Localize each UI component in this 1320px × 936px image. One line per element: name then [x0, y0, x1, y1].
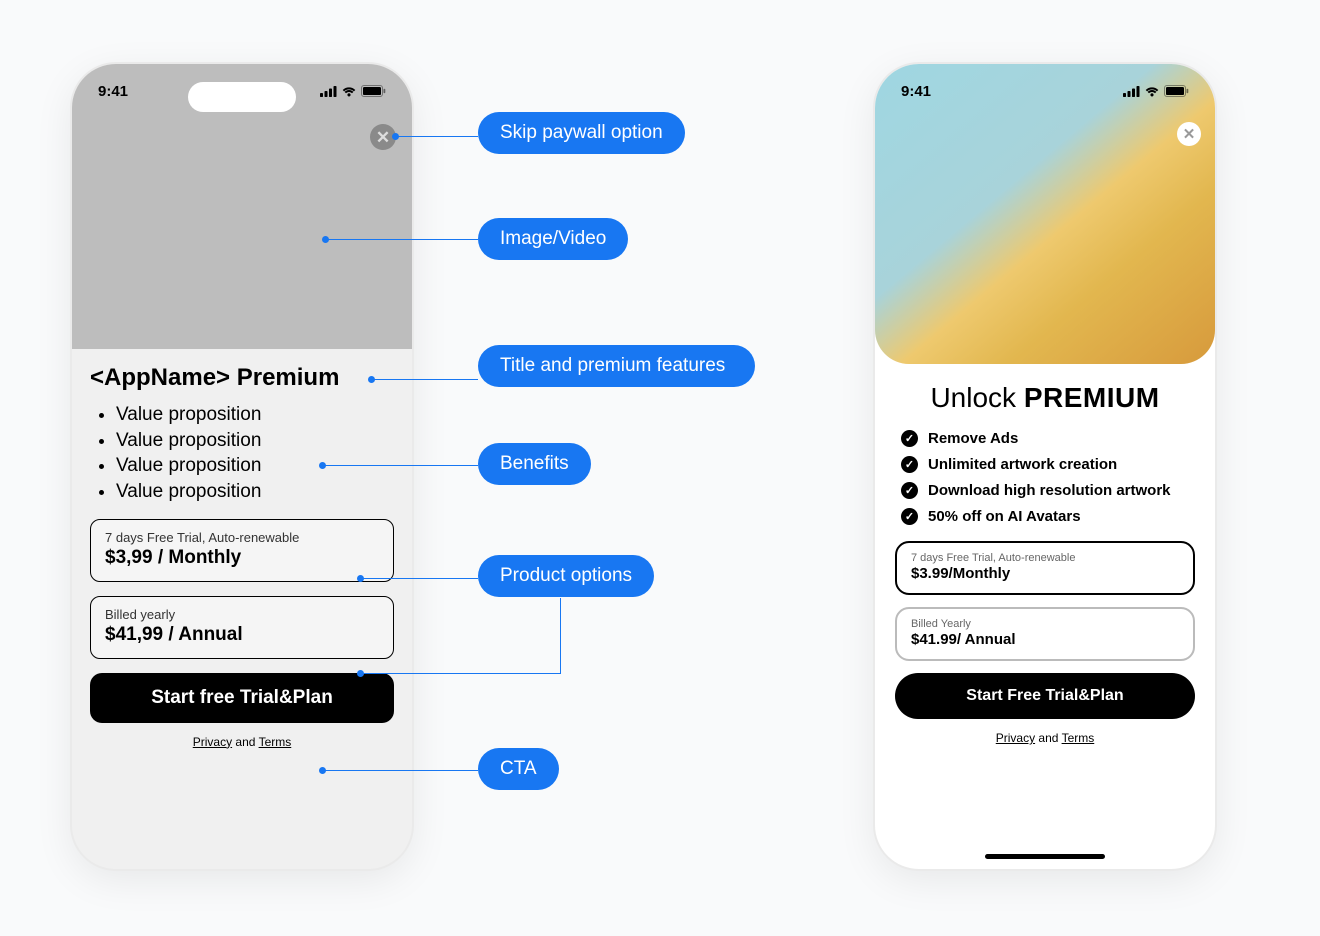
content-area: <AppName> Premium Value proposition Valu… [72, 364, 412, 869]
plan-price: $41,99 / Annual [105, 624, 379, 646]
plan-sub: 7 days Free Trial, Auto-renewable [911, 552, 1179, 564]
wireframe-phone: 9:41 ✕ <AppName> Premium Value propositi… [72, 64, 412, 869]
connector-line [360, 578, 478, 579]
value-prop: Value proposition [116, 479, 394, 505]
connector-line [560, 598, 561, 674]
benefit-text: Remove Ads [928, 430, 1018, 447]
footer-and: and [232, 735, 258, 749]
wifi-icon [341, 85, 357, 97]
title-bold: PREMIUM [1024, 382, 1160, 413]
footer-and: and [1035, 731, 1061, 745]
value-props-list: Value proposition Value proposition Valu… [116, 402, 394, 505]
status-icons [1123, 85, 1189, 97]
plan-annual[interactable]: Billed Yearly $41.99/ Annual [895, 607, 1195, 661]
value-prop: Value proposition [116, 402, 394, 428]
connector-dot [357, 575, 364, 582]
page-title: Unlock PREMIUM [895, 382, 1195, 414]
battery-icon [1164, 85, 1189, 97]
plan-price: $3.99/Monthly [911, 565, 1179, 582]
benefit-text: 50% off on AI Avatars [928, 508, 1081, 525]
close-icon[interactable]: ✕ [1177, 122, 1201, 146]
connector-line [371, 379, 478, 380]
value-prop: Value proposition [116, 428, 394, 454]
benefit-item: ✓ Remove Ads [901, 430, 1189, 447]
check-icon: ✓ [901, 482, 918, 499]
connector-dot [319, 462, 326, 469]
wifi-icon [1144, 85, 1160, 97]
cta-button[interactable]: Start Free Trial&Plan [895, 673, 1195, 719]
footer-links: Privacy and Terms [90, 735, 394, 749]
cellular-icon [320, 86, 337, 97]
annotation-products: Product options [478, 555, 654, 597]
content-area: Unlock PREMIUM ✓ Remove Ads ✓ Unlimited ar… [875, 382, 1215, 869]
connector-dot [357, 670, 364, 677]
mockup-phone: 9:41 ✕ Unlock PREMIUM ✓ Remove Ads ✓ Unlim… [875, 64, 1215, 869]
status-time: 9:41 [98, 83, 128, 100]
benefit-text: Unlimited artwork creation [928, 456, 1117, 473]
connector-dot [319, 767, 326, 774]
plan-sub: 7 days Free Trial, Auto-renewable [105, 530, 379, 545]
plan-price: $3,99 / Monthly [105, 547, 379, 569]
status-bar: 9:41 [875, 64, 1215, 118]
connector-line [322, 770, 478, 771]
benefits-list: ✓Remove Ads ✓Unlimited artwork creation … [895, 430, 1195, 525]
check-icon: ✓ [901, 430, 918, 447]
plan-sub: Billed Yearly [911, 618, 1179, 630]
benefit-item: ✓ Download high resolution artwork [901, 482, 1189, 499]
benefit-text: Download high resolution artwork [928, 482, 1171, 499]
benefit-item: ✓ Unlimited artwork creation [901, 456, 1189, 473]
title-light: Unlock [930, 382, 1023, 413]
plan-annual[interactable]: Billed yearly $41,99 / Annual [90, 596, 394, 659]
terms-link[interactable]: Terms [259, 735, 292, 749]
benefit-item: ✓ 50% off on AI Avatars [901, 508, 1189, 525]
footer-links: Privacy and Terms [895, 731, 1195, 745]
connector-dot [392, 133, 399, 140]
check-icon: ✓ [901, 508, 918, 525]
plan-monthly[interactable]: 7 days Free Trial, Auto-renewable $3.99/… [895, 541, 1195, 595]
cta-button[interactable]: Start free Trial&Plan [90, 673, 394, 723]
terms-link[interactable]: Terms [1062, 731, 1095, 745]
annotation-image: Image/Video [478, 218, 628, 260]
home-indicator [985, 854, 1105, 859]
battery-icon [361, 85, 386, 97]
plan-monthly[interactable]: 7 days Free Trial, Auto-renewable $3,99 … [90, 519, 394, 582]
status-icons [320, 85, 386, 97]
connector-line [395, 136, 478, 137]
annotation-skip: Skip paywall option [478, 112, 685, 154]
check-icon: ✓ [901, 456, 918, 473]
status-time: 9:41 [901, 83, 931, 100]
connector-dot [368, 376, 375, 383]
connector-line [322, 465, 478, 466]
privacy-link[interactable]: Privacy [193, 735, 232, 749]
plan-sub: Billed yearly [105, 607, 379, 622]
phone-notch [188, 82, 296, 112]
connector-line [325, 239, 478, 240]
connector-dot [322, 236, 329, 243]
annotation-benefits: Benefits [478, 443, 591, 485]
connector-line [360, 673, 560, 674]
annotation-title-line1: Title and premium features [500, 355, 725, 376]
privacy-link[interactable]: Privacy [996, 731, 1035, 745]
page-title: <AppName> Premium [90, 364, 394, 392]
annotation-title: Title and premium features [478, 345, 755, 387]
value-prop: Value proposition [116, 453, 394, 479]
cellular-icon [1123, 86, 1140, 97]
annotation-cta: CTA [478, 748, 559, 790]
plan-price: $41.99/ Annual [911, 631, 1179, 648]
